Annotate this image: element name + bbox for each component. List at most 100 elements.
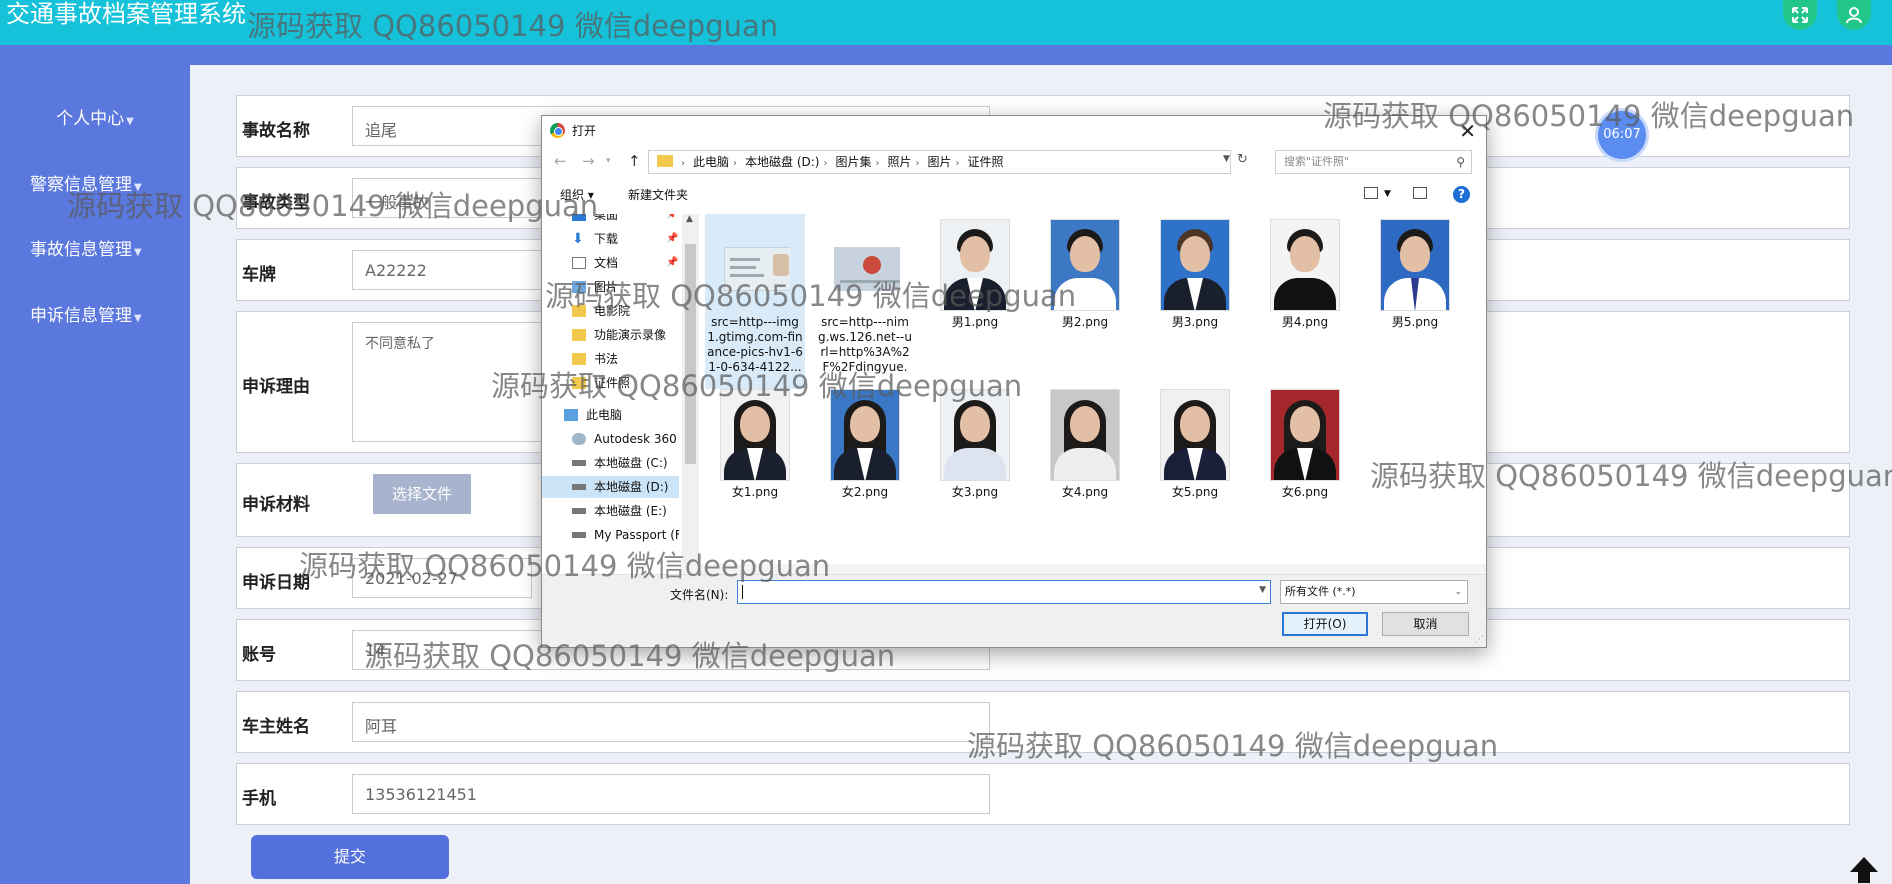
chevron-down-icon[interactable]: ▼ <box>1384 189 1391 199</box>
scroll-up-icon[interactable]: ▲ <box>686 214 693 224</box>
sidebar-item-label: 警察信息管理 <box>30 175 132 195</box>
file-item[interactable]: 男2.png <box>1035 214 1135 330</box>
dialog-footer: 文件名(N): ▼ 所有文件 (*.*) ⌄ 打开(O) 取消 ⋰ <box>542 574 1486 647</box>
nav-item-pictures[interactable]: 图片 <box>542 276 679 298</box>
scrollbar-thumb[interactable] <box>685 244 696 464</box>
field-label: 车主姓名 <box>242 717 310 737</box>
nav-item-autodesk[interactable]: Autodesk 360 <box>542 428 679 450</box>
search-input[interactable]: 搜索"证件照" ⚲ <box>1275 150 1472 174</box>
nav-item-folder[interactable]: 功能演示录像 <box>542 324 679 346</box>
file-item[interactable]: 女5.png <box>1145 384 1245 500</box>
dialog-title: 打开 <box>572 124 597 138</box>
breadcrumb-item[interactable]: 证件照 <box>968 155 1004 169</box>
chevron-down-icon[interactable]: ▼ <box>1223 154 1230 164</box>
field-label: 申诉日期 <box>242 573 310 593</box>
new-folder-button[interactable]: 新建文件夹 <box>628 186 688 203</box>
file-item[interactable]: 女2.png <box>815 384 915 500</box>
refresh-icon[interactable]: ↻ <box>1237 152 1248 167</box>
sidebar-item-personal[interactable]: 个人中心 ▼ <box>0 104 190 129</box>
choose-file-button[interactable]: 选择文件 <box>373 474 471 514</box>
nav-item-documents[interactable]: 文档 📌 <box>542 252 679 274</box>
chevron-right-icon: › <box>823 158 828 169</box>
breadcrumb-item[interactable]: 图片集 <box>835 155 871 169</box>
nav-scrollbar[interactable]: ▲ <box>682 214 699 564</box>
cancel-button[interactable]: 取消 <box>1382 612 1469 636</box>
breadcrumb-item[interactable]: 图片 <box>928 155 952 169</box>
address-bar[interactable]: › 此电脑 › 本地磁盘 (D:) › 图片集 › 照片 › 图片 › 证件照 <box>648 150 1231 174</box>
close-icon[interactable]: ✕ <box>1459 119 1476 143</box>
file-thumbnail <box>1050 389 1120 481</box>
horizontal-scrollbar[interactable] <box>679 564 1486 574</box>
chrome-icon <box>550 123 565 138</box>
breadcrumb-item[interactable]: 本地磁盘 (D:) <box>745 155 819 169</box>
field-label: 账号 <box>242 645 276 665</box>
folder-icon <box>572 377 586 389</box>
breadcrumb-item[interactable]: 照片 <box>888 155 912 169</box>
back-to-top-icon[interactable] <box>1846 855 1882 884</box>
resize-grip-icon[interactable]: ⋰ <box>1475 635 1484 645</box>
nav-item-drive-c[interactable]: 本地磁盘 (C:) <box>542 452 679 474</box>
nav-item-label: My Passport (F <box>594 528 679 542</box>
chevron-down-icon: ⌄ <box>1454 587 1462 597</box>
nav-item-label: 证件照 <box>594 376 631 390</box>
file-item[interactable]: 男3.png <box>1145 214 1245 330</box>
phone-input[interactable]: 13536121451 <box>352 774 990 814</box>
file-name: 男1.png <box>951 315 999 329</box>
file-thumbnail <box>1160 389 1230 481</box>
field-label: 车牌 <box>242 265 276 285</box>
nav-item-label: 本地磁盘 (D:) <box>594 480 669 494</box>
forward-arrow-icon[interactable]: → <box>582 152 595 170</box>
file-thumbnail <box>1270 219 1340 311</box>
nav-item-folder[interactable]: 电影院 <box>542 300 679 322</box>
file-item[interactable]: 女4.png <box>1035 384 1135 500</box>
breadcrumb-item[interactable]: 此电脑 <box>693 155 729 169</box>
sidebar-item-police[interactable]: 警察信息管理 ▼ <box>0 170 190 195</box>
recent-dropdown-icon[interactable]: ▾ <box>606 156 611 166</box>
appeal-date-input[interactable]: 2021-02-27 <box>352 558 532 598</box>
file-name: 男2.png <box>1061 315 1109 329</box>
dialog-titlebar: 打开 ✕ <box>542 116 1486 146</box>
preview-pane-icon[interactable] <box>1413 187 1427 199</box>
nav-item-drive-d[interactable]: 本地磁盘 (D:) <box>542 476 679 498</box>
filename-input[interactable]: ▼ <box>737 580 1271 604</box>
nav-item-folder[interactable]: 书法 <box>542 348 679 370</box>
up-arrow-icon[interactable]: ↑ <box>628 152 641 170</box>
nav-item-downloads[interactable]: ⬇ 下载 📌 <box>542 228 679 250</box>
open-button[interactable]: 打开(O) <box>1282 612 1368 636</box>
nav-item-drive-f[interactable]: My Passport (F <box>542 524 679 546</box>
sidebar-item-appeal[interactable]: 申诉信息管理 ▼ <box>0 301 190 326</box>
file-item[interactable]: 男5.png <box>1365 214 1465 330</box>
file-item[interactable]: src=http---img1.gtimg.com-finance-pics-h… <box>705 214 805 389</box>
file-name: 男5.png <box>1391 315 1439 329</box>
organize-label: 组织 <box>560 188 585 202</box>
file-item[interactable]: 男4.png <box>1255 214 1355 330</box>
computer-icon <box>564 409 578 421</box>
back-arrow-icon[interactable]: ← <box>554 152 567 170</box>
owner-name-input[interactable]: 阿耳 <box>352 702 990 742</box>
filename-label: 文件名(N): <box>670 588 729 602</box>
sidebar-item-accident[interactable]: 事故信息管理 ▼ <box>0 235 190 260</box>
document-icon <box>572 257 586 269</box>
file-item[interactable]: 女6.png <box>1255 384 1355 500</box>
file-item[interactable]: src=http---nimg.ws.126.net--url=http%3A%… <box>815 214 915 379</box>
file-thumbnail <box>1160 219 1230 311</box>
nav-item-drive-e[interactable]: 本地磁盘 (E:) <box>542 500 679 522</box>
file-item[interactable]: 男1.png <box>925 214 1025 330</box>
chevron-right-icon: › <box>875 158 880 169</box>
folder-icon <box>572 329 586 341</box>
view-mode-icon[interactable] <box>1364 187 1378 199</box>
fullscreen-button[interactable] <box>1783 0 1817 30</box>
file-item[interactable]: 女1.png <box>705 384 805 500</box>
nav-item-folder[interactable]: 证件照 <box>542 372 679 394</box>
file-thumbnail <box>830 219 900 311</box>
file-item[interactable]: 女3.png <box>925 384 1025 500</box>
address-row: ← → ▾ ↑ › 此电脑 › 本地磁盘 (D:) › 图片集 › 照片 › 图片 › 证件照 ▼ ↻… <box>542 146 1486 178</box>
organize-button[interactable]: 组织 ▾ <box>560 186 594 203</box>
filetype-select[interactable]: 所有文件 (*.*) ⌄ <box>1280 580 1468 604</box>
help-icon[interactable]: ? <box>1453 186 1470 203</box>
nav-item-this-pc[interactable]: 此电脑 <box>542 404 679 426</box>
user-button[interactable] <box>1837 0 1871 30</box>
submit-button[interactable]: 提交 <box>251 835 449 879</box>
nav-item-desktop[interactable]: 桌面 📌 <box>542 214 679 226</box>
chevron-down-icon[interactable]: ▼ <box>1259 585 1266 595</box>
